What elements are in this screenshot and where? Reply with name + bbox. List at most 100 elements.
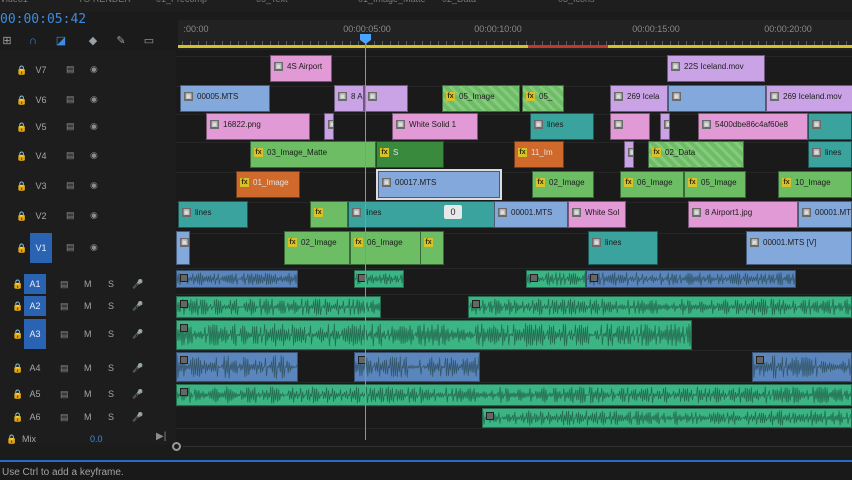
audio-clip[interactable] — [468, 296, 852, 318]
timeline-tracks[interactable]: ▣ 4S Airport ▣ 22S Iceland.mov ▣ 00005.MTS ▣ 8 … — [176, 50, 852, 445]
track-target-toggle[interactable]: V6 — [30, 91, 52, 109]
video-clip[interactable]: ▣ 4S Airport — [270, 55, 332, 82]
track-target-toggle[interactable]: V1 — [30, 233, 52, 263]
sequence-tab[interactable]: TO RENDER — [78, 0, 131, 4]
sequence-tab[interactable]: 02_Data — [442, 0, 476, 4]
video-clip[interactable]: fx 11_Im — [514, 141, 564, 168]
video-clip[interactable]: ▣ — [624, 141, 634, 168]
sync-lock-icon[interactable]: ▤ — [60, 412, 69, 422]
audio-clip[interactable] — [586, 270, 796, 288]
lock-icon[interactable]: 🔒 — [16, 95, 27, 105]
video-clip[interactable]: ▣ 16822.png — [206, 113, 310, 140]
sync-lock-icon[interactable]: ▤ — [66, 210, 75, 220]
sequence-tab[interactable]: 01_Image_Matte — [358, 0, 426, 4]
video-clip[interactable]: ▣ 8 Air — [334, 85, 364, 112]
video-clip[interactable]: ▣ White Sol — [568, 201, 626, 228]
lock-icon[interactable]: 🔒 — [16, 151, 27, 161]
lock-icon[interactable]: 🔒 — [16, 243, 27, 253]
video-clip[interactable]: ▣ lines — [348, 201, 496, 228]
mix-volume-value[interactable]: 0.0 — [90, 434, 103, 444]
track-target-toggle[interactable]: A3 — [24, 319, 46, 349]
audio-clip[interactable] — [176, 352, 298, 382]
sync-lock-icon[interactable]: ▤ — [66, 121, 75, 131]
wrench-settings-icon[interactable]: ✎ — [114, 34, 128, 48]
video-clip[interactable]: fx 06_Image — [620, 171, 684, 198]
track-target-toggle[interactable]: V3 — [30, 177, 52, 195]
sequence-tab[interactable]: Video1 — [0, 0, 28, 4]
audio-clip[interactable] — [354, 270, 404, 288]
microphone-icon[interactable]: 🎤 — [132, 389, 143, 399]
video-clip[interactable]: ▣ lines — [808, 141, 852, 168]
sync-lock-icon[interactable]: ▤ — [60, 279, 69, 289]
track-target-toggle[interactable]: V4 — [30, 147, 52, 165]
track-target-toggle[interactable]: A4 — [24, 358, 46, 378]
sync-lock-icon[interactable]: ▤ — [66, 64, 75, 74]
microphone-icon[interactable]: 🎤 — [132, 363, 143, 373]
lock-icon[interactable]: 🔒 — [12, 389, 23, 399]
eye-icon[interactable]: ◉ — [90, 94, 98, 104]
horizontal-scrollbar[interactable] — [172, 440, 852, 451]
go-to-end-icon[interactable]: ▶| — [156, 432, 166, 442]
sync-lock-icon[interactable]: ▤ — [66, 180, 75, 190]
video-clip[interactable]: ▣ — [610, 113, 650, 140]
audio-clip[interactable] — [354, 352, 480, 382]
video-clip[interactable]: fx 02_Image — [284, 231, 350, 265]
video-clip[interactable]: ▣ lines — [588, 231, 658, 265]
video-clip[interactable]: ▣ — [660, 113, 670, 140]
eye-icon[interactable]: ◉ — [90, 180, 98, 190]
lock-icon[interactable]: 🔒 — [12, 301, 23, 311]
video-clip[interactable]: fx S — [376, 141, 444, 168]
video-clip[interactable]: fx 03_Image_Matte — [250, 141, 376, 168]
lock-icon[interactable]: 🔒 — [16, 181, 27, 191]
playhead-timecode[interactable]: 00:00:05:42 — [0, 12, 86, 27]
mute-button[interactable]: M — [84, 389, 92, 399]
lock-icon[interactable]: 🔒 — [16, 122, 27, 132]
sync-lock-icon[interactable]: ▤ — [66, 150, 75, 160]
mute-button[interactable]: M — [84, 329, 92, 339]
solo-button[interactable]: S — [108, 329, 114, 339]
video-clip[interactable]: ▣ — [808, 113, 852, 140]
track-target-toggle[interactable]: A5 — [24, 384, 46, 404]
track-target-toggle[interactable]: V2 — [30, 207, 52, 225]
video-clip[interactable]: ▣ — [364, 85, 408, 112]
microphone-icon[interactable]: 🎤 — [132, 412, 143, 422]
track-target-toggle[interactable]: V5 — [30, 118, 52, 136]
video-clip[interactable]: ▣ 5400dbe86c4af60e8 — [698, 113, 808, 140]
lock-icon[interactable]: 🔒 — [12, 412, 23, 422]
sync-lock-icon[interactable]: ▤ — [66, 94, 75, 104]
video-clip[interactable]: fx 01_Image — [236, 171, 300, 198]
mute-button[interactable]: M — [84, 363, 92, 373]
video-clip[interactable]: ▣ — [324, 113, 334, 140]
eye-icon[interactable]: ◉ — [90, 121, 98, 131]
caption-track-icon[interactable]: ▭ — [142, 34, 156, 48]
video-clip[interactable]: ▣ — [668, 85, 766, 112]
video-clip[interactable]: ▣ 269 Iceland.mov — [766, 85, 852, 112]
video-clip[interactable]: ▣ 269 Icela — [610, 85, 668, 112]
mute-button[interactable]: M — [84, 412, 92, 422]
audio-clip[interactable] — [176, 320, 692, 350]
sync-lock-icon[interactable]: ▤ — [60, 363, 69, 373]
solo-button[interactable]: S — [108, 363, 114, 373]
video-clip[interactable]: fx 05_Image — [684, 171, 746, 198]
lock-icon[interactable]: 🔒 — [16, 211, 27, 221]
track-target-toggle[interactable]: A2 — [24, 296, 46, 316]
lock-icon[interactable]: 🔒 — [12, 363, 23, 373]
work-area-bar[interactable] — [178, 45, 852, 48]
video-clip[interactable]: fx 02_Data — [648, 141, 744, 168]
sync-lock-icon[interactable]: ▤ — [60, 389, 69, 399]
video-clip[interactable]: ▣ 8 Airport1.jpg — [688, 201, 798, 228]
eye-icon[interactable]: ◉ — [90, 150, 98, 160]
video-clip[interactable]: ▣ — [176, 231, 190, 265]
video-clip[interactable]: fx — [310, 201, 348, 228]
track-target-toggle[interactable]: V7 — [30, 61, 52, 79]
video-clip[interactable]: fx 10_Image — [778, 171, 852, 198]
video-clip[interactable]: fx 05_ — [522, 85, 564, 112]
audio-clip[interactable] — [176, 296, 381, 318]
video-clip[interactable]: ▣ 00001.MTS — [494, 201, 568, 228]
sync-lock-icon[interactable]: ▤ — [66, 242, 75, 252]
solo-button[interactable]: S — [108, 412, 114, 422]
solo-button[interactable]: S — [108, 389, 114, 399]
snap-magnet-icon[interactable]: ∩ — [26, 34, 40, 48]
video-clip[interactable]: fx 05_Image — [442, 85, 520, 112]
sequence-tab[interactable]: 05_Text — [256, 0, 288, 4]
